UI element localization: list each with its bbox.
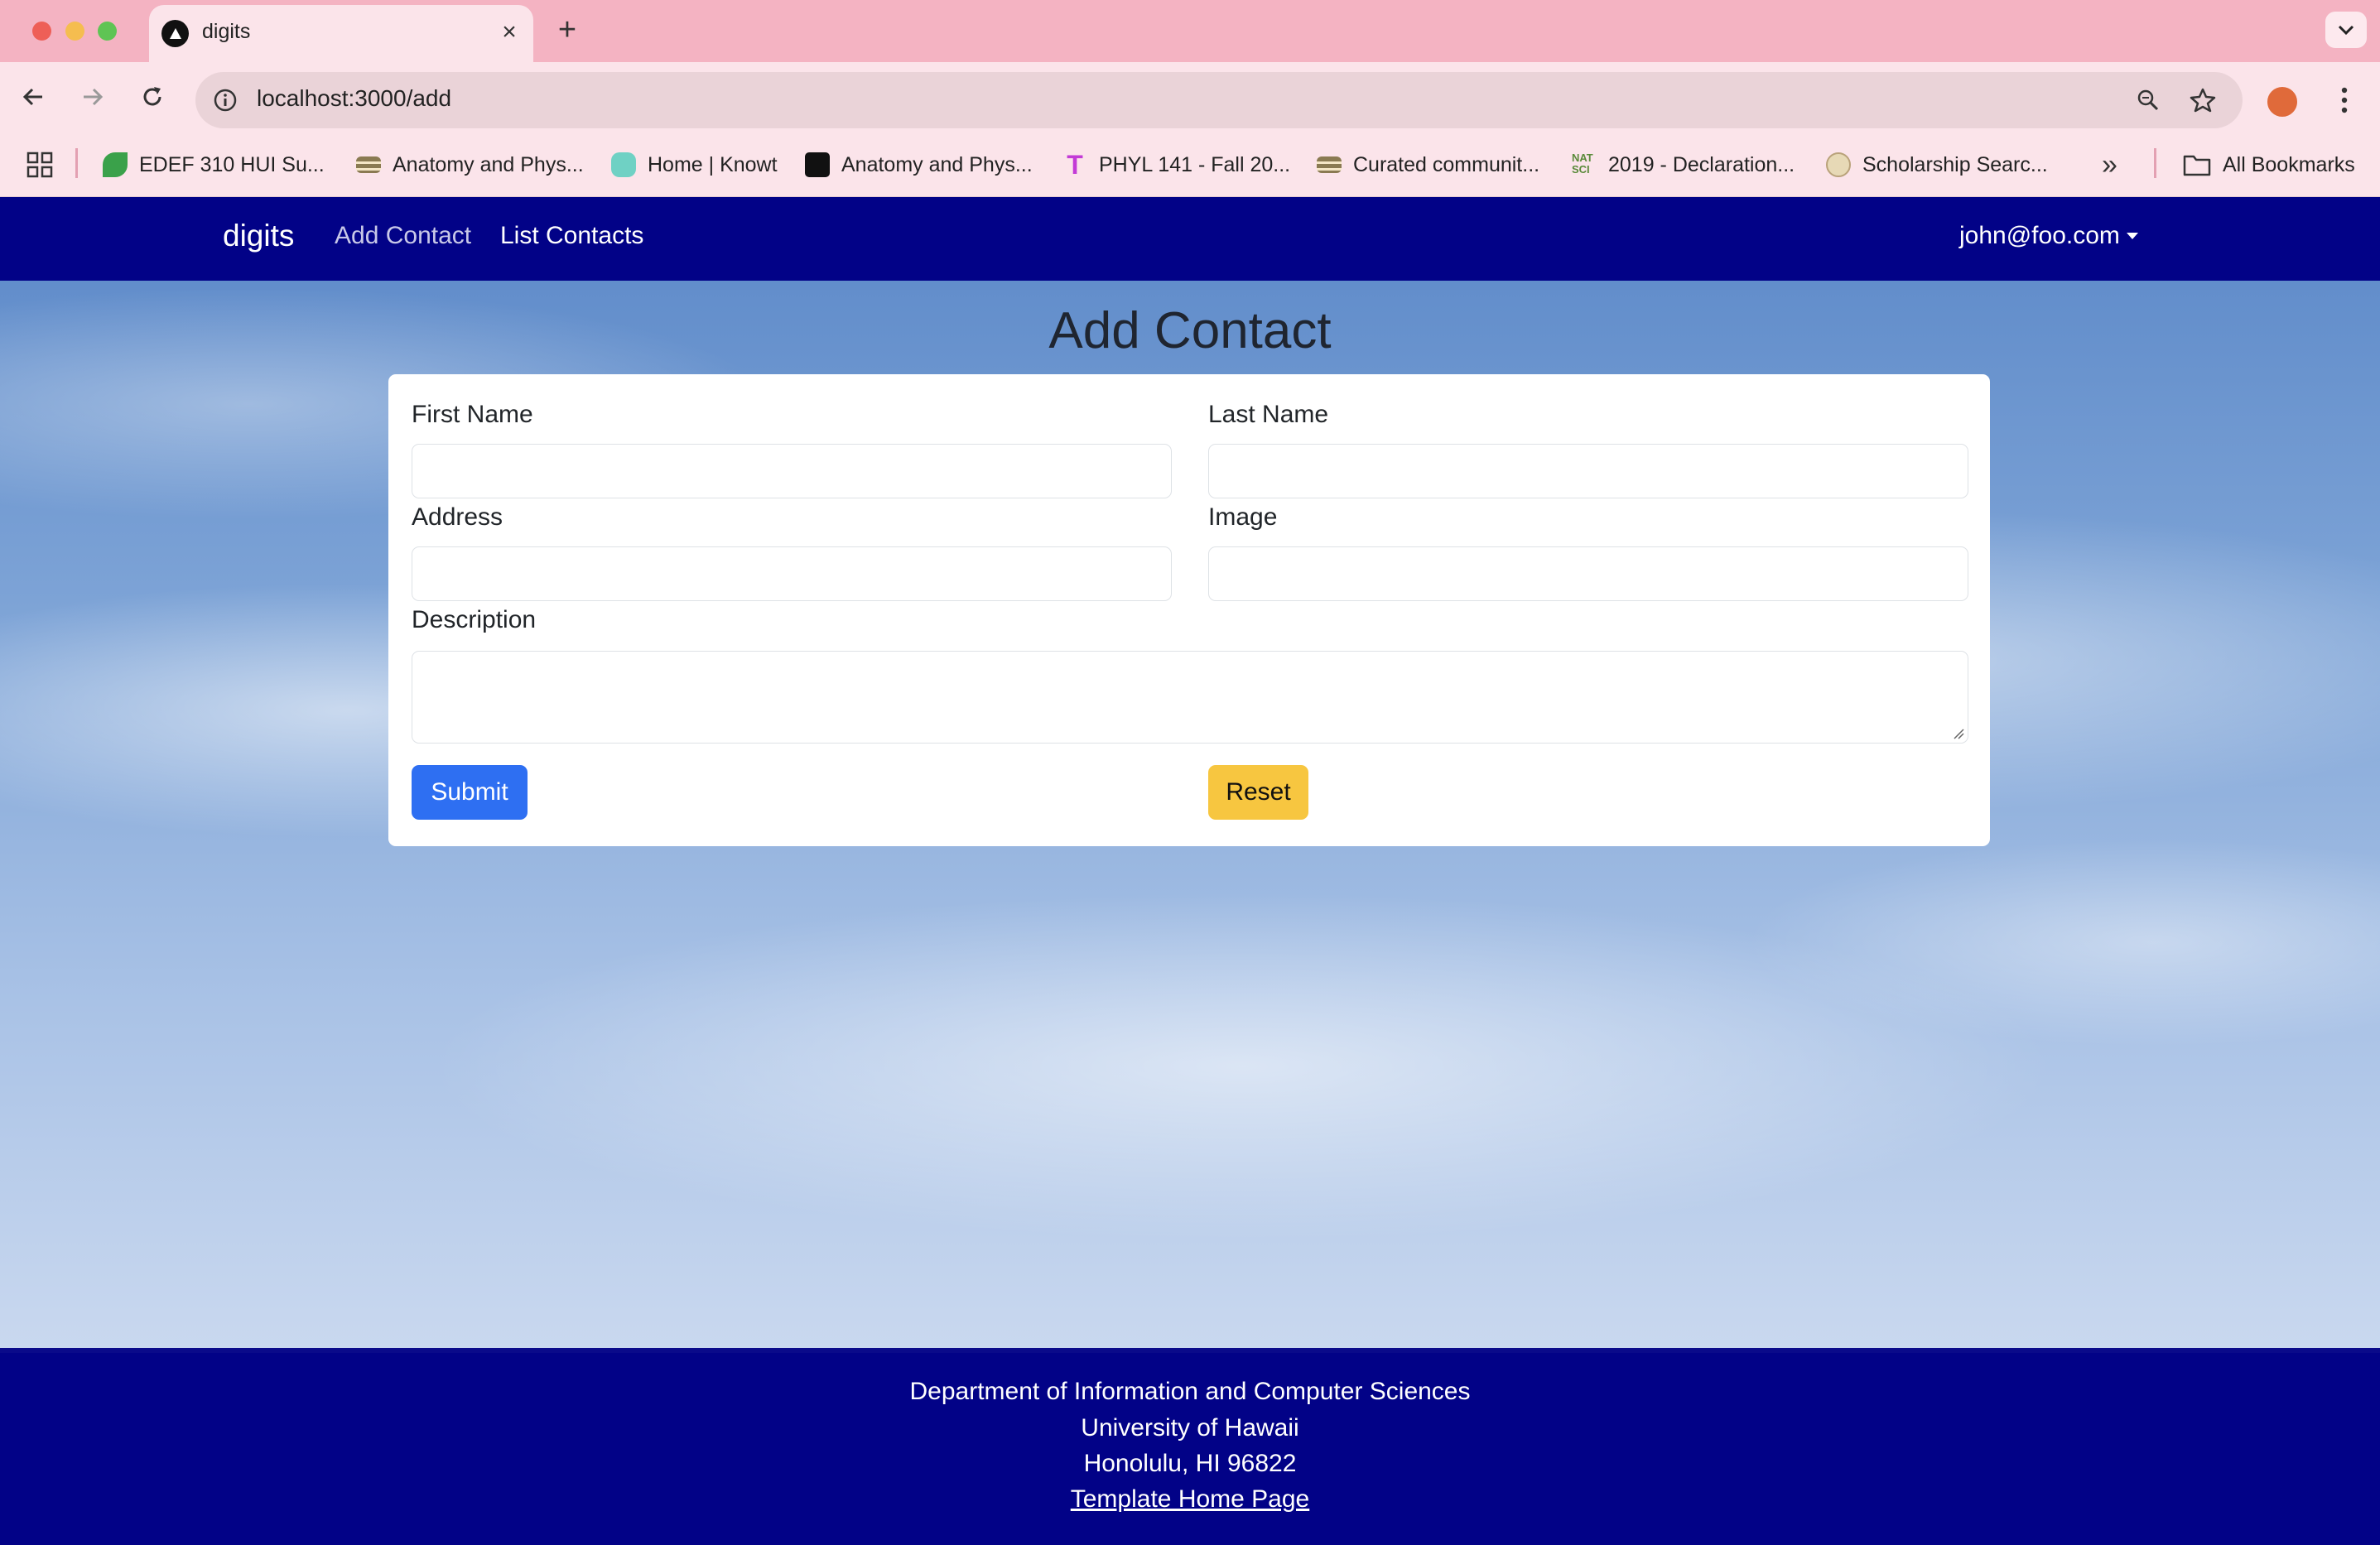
- minimize-window-button[interactable]: [65, 22, 84, 41]
- address-label: Address: [412, 503, 503, 531]
- close-window-button[interactable]: [32, 22, 51, 41]
- user-dropdown[interactable]: john@foo.com: [1959, 222, 2138, 250]
- submit-button[interactable]: Submit: [412, 765, 528, 820]
- description-label: Description: [412, 606, 537, 633]
- footer-link-row: Template Home Page: [0, 1485, 2380, 1514]
- first-name-input[interactable]: [412, 444, 1172, 498]
- footer-address: Honolulu, HI 96822: [1083, 1450, 1297, 1477]
- tab-title: digits: [202, 20, 251, 43]
- bookmark-item[interactable]: T PHYL 141 - Fall 20...: [1062, 148, 1290, 181]
- first-name-label: First Name: [412, 401, 533, 428]
- knowt-icon: [611, 152, 636, 177]
- footer-department: Department of Information and Computer S…: [909, 1378, 1471, 1405]
- footer-university: University of Hawaii: [1081, 1414, 1299, 1442]
- brand-link[interactable]: digits: [223, 219, 294, 253]
- site-info-icon[interactable]: [207, 82, 243, 118]
- resize-grip-icon[interactable]: [1953, 728, 1964, 739]
- bookmarks-bar: EDEF 310 HUI Su... Anatomy and Phys... H…: [0, 137, 2380, 197]
- bookmark-separator: [75, 148, 78, 178]
- template-home-page-link[interactable]: Template Home Page: [1071, 1485, 1310, 1513]
- nav-list-contacts[interactable]: List Contacts: [500, 222, 643, 250]
- bookmark-item[interactable]: Anatomy and Phys...: [805, 148, 1033, 181]
- bookmark-item[interactable]: NAT SCI 2019 - Declaration...: [1572, 148, 1795, 181]
- reload-button[interactable]: [134, 79, 171, 115]
- address-input[interactable]: [412, 546, 1172, 601]
- bookmark-item[interactable]: Home | Knowt: [611, 148, 778, 181]
- t-icon: T: [1067, 150, 1083, 180]
- forward-button[interactable]: [75, 79, 111, 115]
- last-name-label: Last Name: [1208, 401, 1329, 428]
- reset-button[interactable]: Reset: [1208, 765, 1308, 820]
- more-bookmarks-chevron-icon[interactable]: »: [2102, 148, 2117, 181]
- maximize-window-button[interactable]: [98, 22, 117, 41]
- bookmark-item[interactable]: Scholarship Searc...: [1826, 148, 2048, 181]
- triangle-logo-icon: [161, 20, 189, 47]
- image-label: Image: [1208, 503, 1278, 531]
- last-name-input[interactable]: [1208, 444, 1968, 498]
- bookmark-item[interactable]: EDEF 310 HUI Su...: [103, 148, 325, 181]
- arrow-left-icon: [22, 88, 42, 106]
- browser-toolbar: localhost:3000/add: [0, 62, 2380, 137]
- app-navbar: digits Add Contact List Contacts john@fo…: [0, 197, 2380, 281]
- bookmark-separator: [2154, 148, 2156, 178]
- user-email: john@foo.com: [1959, 222, 2120, 249]
- bookmark-item[interactable]: Anatomy and Phys...: [356, 148, 584, 181]
- bookmark-label: PHYL 141 - Fall 20...: [1099, 152, 1291, 176]
- bookmark-label: 2019 - Declaration...: [1608, 152, 1795, 176]
- arrow-right-icon: [84, 88, 104, 106]
- browser-tab-strip: digits × +: [0, 0, 2380, 62]
- extension-fox-icon[interactable]: [2266, 85, 2299, 118]
- folder-icon: [2183, 155, 2211, 176]
- bookmark-label: EDEF 310 HUI Su...: [139, 152, 325, 176]
- seal-icon: [1826, 152, 1851, 177]
- chevron-down-icon: [2338, 25, 2354, 36]
- zoom-icon[interactable]: [2130, 82, 2166, 118]
- back-button[interactable]: [15, 79, 51, 115]
- bookmark-label: Anatomy and Phys...: [393, 152, 584, 176]
- natsci-icon: NAT SCI: [1572, 152, 1593, 176]
- address-bar[interactable]: localhost:3000/add: [195, 72, 2243, 128]
- books-icon: [1317, 156, 1342, 173]
- bookmark-item[interactable]: Curated communit...: [1317, 148, 1539, 181]
- image-input[interactable]: [1208, 546, 1968, 601]
- browser-tab-active[interactable]: digits ×: [149, 5, 533, 62]
- page-footer: Department of Information and Computer S…: [0, 1353, 2380, 1545]
- bookmark-star-icon[interactable]: [2185, 82, 2221, 118]
- browser-menu-icon[interactable]: [2330, 80, 2358, 120]
- page-title: Add Contact: [1048, 302, 1332, 359]
- add-contact-form: First Name Last Name Address Image Descr…: [388, 374, 1990, 846]
- leaf-icon: [103, 152, 128, 177]
- bookmark-label: Curated communit...: [1353, 152, 1540, 176]
- all-bookmarks-label: All Bookmarks: [2223, 152, 2355, 176]
- quizlet-icon: [805, 152, 830, 177]
- reload-icon: [143, 87, 161, 106]
- bookmark-label: Home | Knowt: [648, 152, 778, 176]
- apps-grid-icon[interactable]: [25, 150, 55, 180]
- bookmark-label: Anatomy and Phys...: [841, 152, 1033, 176]
- nav-add-contact[interactable]: Add Contact: [335, 222, 471, 250]
- url-text: localhost:3000/add: [257, 85, 452, 111]
- tab-search-button[interactable]: [2325, 12, 2367, 48]
- close-tab-icon[interactable]: ×: [495, 18, 523, 46]
- new-tab-button[interactable]: +: [551, 14, 584, 48]
- books-icon: [356, 156, 381, 173]
- all-bookmarks-button[interactable]: All Bookmarks: [2183, 148, 2355, 181]
- page-body: digits Add Contact List Contacts john@fo…: [0, 197, 2380, 1545]
- bookmark-label: Scholarship Searc...: [1862, 152, 2048, 176]
- caret-down-icon: [2126, 233, 2138, 239]
- description-textarea[interactable]: [412, 651, 1968, 744]
